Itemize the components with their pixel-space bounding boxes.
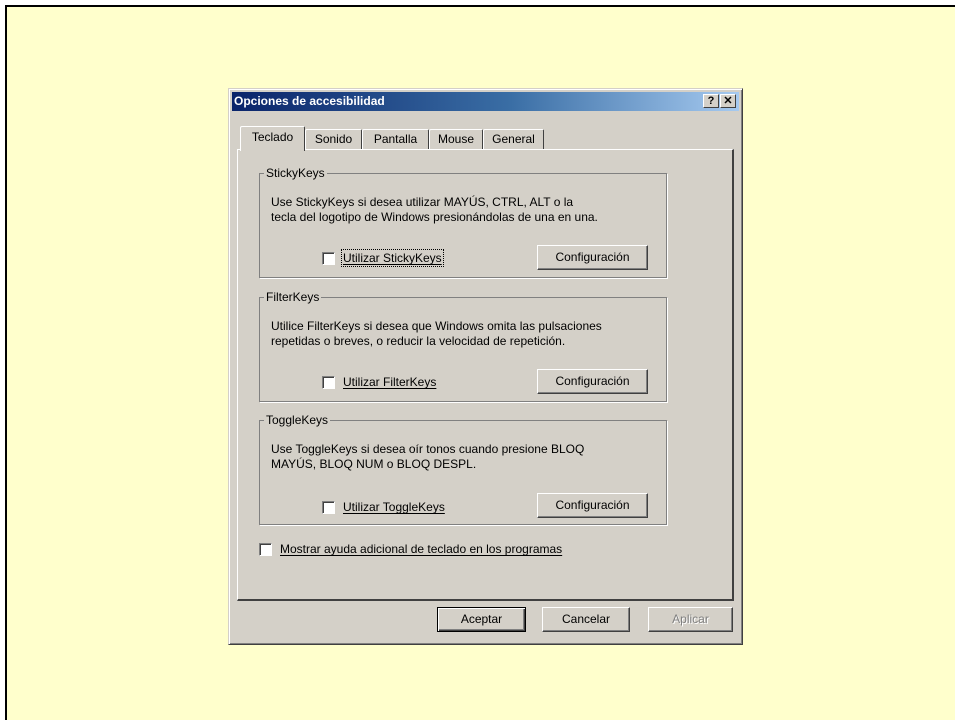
use-stickykeys-checkbox-row[interactable]: Utilizar StickyKeys (322, 249, 444, 267)
use-togglekeys-checkbox[interactable] (322, 500, 335, 514)
filterkeys-group: FilterKeys Utilice FilterKeys si desea q… (259, 290, 667, 402)
extra-keyboard-help-label[interactable]: Mostrar ayuda adicional de teclado en lo… (280, 542, 562, 556)
extra-keyboard-help-checkbox[interactable] (259, 542, 272, 556)
togglekeys-group-title: ToggleKeys (264, 413, 331, 427)
use-filterkeys-checkbox[interactable] (322, 375, 335, 389)
togglekeys-description: Use ToggleKeys si desea oír tonos cuando… (271, 442, 585, 471)
accessibility-options-dialog: Opciones de accesibilidad ? ✕ Teclado So… (228, 88, 743, 645)
help-button[interactable]: ? (703, 94, 719, 108)
stickykeys-group: StickyKeys Use StickyKeys si desea utili… (259, 166, 667, 278)
tab-mouse[interactable]: Mouse (429, 129, 483, 150)
filterkeys-group-title: FilterKeys (264, 290, 322, 304)
title-bar[interactable]: Opciones de accesibilidad ? ✕ (232, 92, 739, 111)
togglekeys-group: ToggleKeys Use ToggleKeys si desea oír t… (259, 413, 667, 525)
cancel-button[interactable]: Cancelar (542, 607, 630, 632)
stickykeys-description: Use StickyKeys si desea utilizar MAYÚS, … (271, 195, 598, 224)
use-stickykeys-label[interactable]: Utilizar StickyKeys (341, 249, 444, 267)
tab-panel-teclado: StickyKeys Use StickyKeys si desea utili… (237, 149, 734, 601)
use-filterkeys-checkbox-row[interactable]: Utilizar FilterKeys (322, 375, 436, 389)
dialog-title: Opciones de accesibilidad (234, 94, 385, 108)
filterkeys-settings-button[interactable]: Configuración (537, 369, 648, 394)
tab-general[interactable]: General (483, 129, 544, 150)
stickykeys-settings-button[interactable]: Configuración (537, 245, 648, 270)
apply-button[interactable]: Aplicar (648, 607, 733, 632)
filterkeys-description: Utilice FilterKeys si desea que Windows … (271, 319, 602, 348)
tab-sonido[interactable]: Sonido (305, 129, 362, 150)
use-togglekeys-checkbox-row[interactable]: Utilizar ToggleKeys (322, 500, 445, 514)
use-togglekeys-label[interactable]: Utilizar ToggleKeys (343, 500, 445, 514)
tab-pantalla[interactable]: Pantalla (362, 129, 429, 150)
tab-teclado[interactable]: Teclado (240, 126, 305, 151)
stickykeys-group-title: StickyKeys (264, 166, 327, 180)
close-icon[interactable]: ✕ (720, 94, 736, 108)
use-stickykeys-checkbox[interactable] (322, 251, 335, 265)
ok-button[interactable]: Aceptar (437, 607, 526, 632)
extra-keyboard-help-checkbox-row[interactable]: Mostrar ayuda adicional de teclado en lo… (259, 542, 562, 556)
togglekeys-settings-button[interactable]: Configuración (537, 493, 648, 518)
use-filterkeys-label[interactable]: Utilizar FilterKeys (343, 375, 436, 389)
